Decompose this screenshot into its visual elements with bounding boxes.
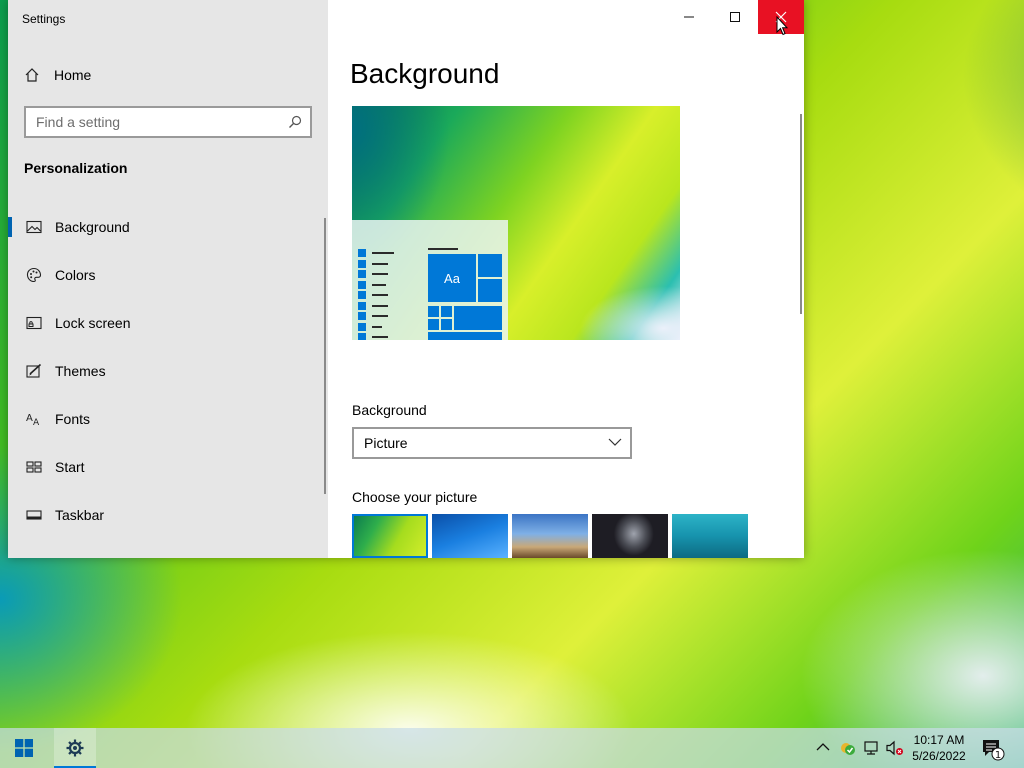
chevron-down-icon	[608, 438, 622, 446]
sidebar-item-taskbar[interactable]: Taskbar	[8, 495, 318, 535]
nav-scrollbar[interactable]	[324, 218, 326, 494]
sidebar-item-background[interactable]: Background	[8, 207, 318, 247]
settings-nav-pane: Settings Home Find a setting Personaliza…	[8, 0, 328, 558]
picture-thumbnail-selected[interactable]	[352, 514, 428, 558]
taskbar-settings-app[interactable]	[54, 728, 96, 768]
notification-count-badge: 1	[995, 750, 1001, 761]
preview-tile	[478, 254, 502, 277]
sidebar-item-label: Themes	[55, 363, 106, 379]
notification-center-icon[interactable]: 1	[982, 739, 1006, 761]
dropdown-selected-value: Picture	[364, 435, 408, 451]
preview-tile	[441, 319, 452, 330]
minimize-icon	[683, 11, 695, 23]
desktop-preview: Aa	[352, 106, 680, 340]
background-type-label: Background	[352, 402, 427, 418]
background-type-dropdown[interactable]: Picture	[352, 427, 632, 459]
svg-text:A: A	[33, 418, 40, 427]
taskbar: 10:17 AM 5/26/2022 1	[0, 728, 1024, 768]
mouse-cursor-icon	[776, 16, 788, 36]
preview-start-menu: Aa	[352, 220, 508, 340]
search-placeholder: Find a setting	[36, 114, 121, 130]
start-button[interactable]	[0, 728, 48, 768]
sidebar-item-label: Taskbar	[55, 507, 105, 523]
clock-time: 10:17 AM	[913, 733, 965, 747]
gear-icon	[65, 738, 85, 758]
sidebar-item-fonts[interactable]: AA Fonts	[8, 399, 318, 439]
svg-text:A: A	[26, 413, 33, 424]
security-shield-icon[interactable]	[840, 740, 856, 756]
picture-thumbnail[interactable]	[512, 514, 588, 558]
chevron-up-icon[interactable]	[816, 740, 830, 754]
home-link[interactable]: Home	[24, 66, 91, 84]
minimize-button[interactable]	[666, 0, 712, 34]
content-scrollbar[interactable]	[800, 114, 802, 314]
section-title: Personalization	[24, 160, 128, 176]
search-input[interactable]: Find a setting	[24, 106, 312, 138]
maximize-icon	[729, 11, 741, 23]
maximize-button[interactable]	[712, 0, 758, 34]
palette-icon	[26, 267, 42, 283]
page-title: Background	[350, 58, 500, 89]
fonts-icon: AA	[26, 411, 42, 427]
clock-date: 5/26/2022	[912, 749, 966, 763]
settings-window: Settings Home Find a setting Personaliza…	[8, 0, 804, 558]
sidebar-item-label: Start	[55, 459, 85, 475]
search-icon[interactable]	[288, 115, 302, 129]
network-icon[interactable]	[863, 740, 879, 756]
home-label: Home	[54, 67, 92, 83]
picture-thumbnail[interactable]	[592, 514, 668, 558]
themes-brush-icon	[26, 363, 42, 379]
sidebar-item-label: Lock screen	[55, 315, 131, 331]
sidebar-item-label: Fonts	[55, 411, 91, 427]
home-icon	[24, 67, 40, 83]
selected-indicator	[8, 217, 12, 237]
windows-logo-icon	[15, 739, 33, 757]
sidebar-item-label: Colors	[55, 267, 96, 283]
volume-muted-icon[interactable]	[886, 740, 904, 756]
preview-tile	[428, 306, 439, 317]
preview-tile	[428, 332, 502, 340]
lock-screen-icon	[26, 315, 42, 331]
choose-picture-label: Choose your picture	[352, 489, 478, 505]
picture-icon	[26, 219, 42, 235]
sidebar-item-colors[interactable]: Colors	[8, 255, 318, 295]
preview-tile	[478, 279, 502, 302]
window-title: Settings	[22, 12, 66, 26]
preview-tile	[441, 306, 452, 317]
taskbar-icon	[26, 507, 42, 523]
sidebar-item-label: Background	[55, 219, 130, 235]
sidebar-item-start[interactable]: Start	[8, 447, 318, 487]
start-tiles-icon	[26, 459, 42, 475]
preview-large-tile: Aa	[428, 254, 476, 302]
picture-thumbnail[interactable]	[432, 514, 508, 558]
picture-thumbnail[interactable]	[672, 514, 748, 558]
preview-tile-header	[428, 248, 458, 250]
preview-sample-text: Aa	[444, 270, 460, 286]
sidebar-item-lock-screen[interactable]: Lock screen	[8, 303, 318, 343]
preview-tile	[428, 319, 439, 330]
sidebar-item-themes[interactable]: Themes	[8, 351, 318, 391]
taskbar-clock[interactable]: 10:17 AM 5/26/2022	[908, 732, 970, 764]
preview-tile	[454, 306, 502, 330]
preview-app-list	[358, 248, 394, 340]
